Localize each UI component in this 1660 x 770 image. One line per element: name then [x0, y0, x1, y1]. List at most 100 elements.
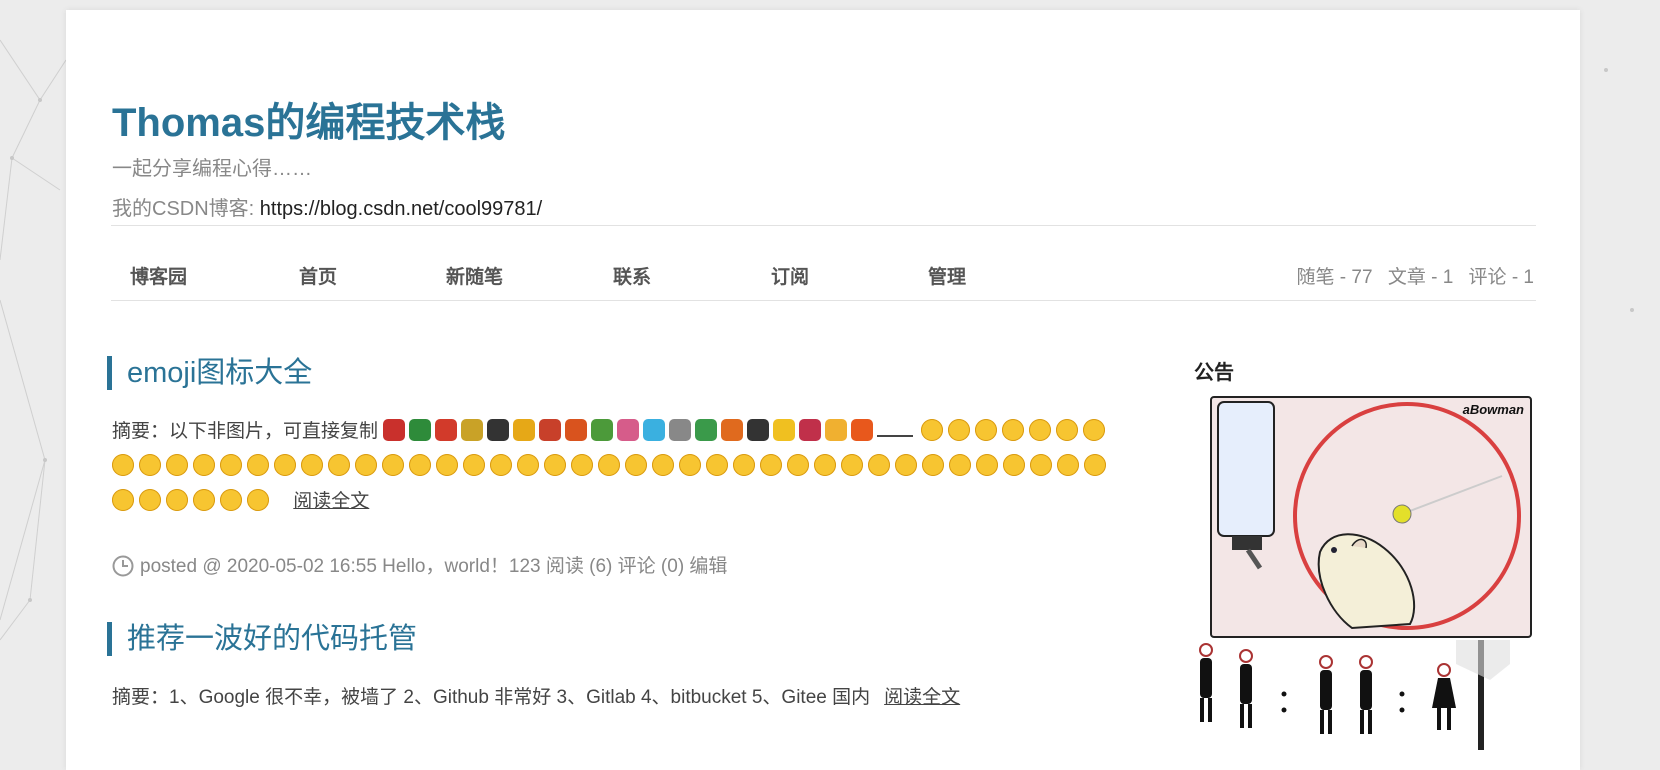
emoji-glyph: [382, 454, 404, 476]
emoji-glyph: [1084, 454, 1106, 476]
emoji-glyph: [539, 419, 562, 441]
post-title-code-hosting[interactable]: 推荐一波好的代码托管: [107, 622, 417, 656]
emoji-glyph: [513, 419, 536, 441]
emoji-glyph: [652, 454, 674, 476]
emoji-glyph: [591, 419, 614, 441]
emoji-glyph: [139, 454, 161, 476]
emoji-glyph: [220, 489, 242, 511]
emoji-glyph: [112, 489, 134, 511]
emoji-glyph: [760, 454, 782, 476]
emoji-glyph: [571, 454, 593, 476]
emoji-glyph: [435, 419, 458, 441]
emoji-glyph: [921, 419, 944, 441]
emoji-glyph: [565, 419, 588, 441]
post-summary-code-hosting: 摘要：1、Google 很不幸，被墙了 2、Github 非常好 3、Gitla…: [112, 680, 1112, 715]
read-more-link[interactable]: 阅读全文: [884, 687, 960, 708]
widget-brand: aBowman: [1462, 402, 1524, 417]
csdn-label: 我的CSDN博客:: [112, 198, 260, 220]
emoji-glyph: [463, 454, 485, 476]
emoji-glyph: [643, 419, 666, 441]
blog-stats: 随笔 - 77 文章 - 1 评论 - 1: [1287, 262, 1535, 289]
emoji-glyph: [747, 419, 770, 441]
emoji-glyph: [895, 454, 917, 476]
emoji-glyph: [220, 454, 242, 476]
hamster-wheel: [1217, 401, 1521, 630]
emoji-glyph: [436, 454, 458, 476]
clock-icon: [112, 555, 134, 577]
emoji-glyph: [1029, 419, 1052, 441]
emoji-glyph: [625, 454, 647, 476]
nav-home[interactable]: 首页: [299, 262, 337, 289]
emoji-glyph: [1056, 419, 1079, 441]
emoji-glyph: [461, 419, 484, 441]
nav-cnblogs[interactable]: 博客园: [130, 262, 187, 289]
emoji-glyph: [490, 454, 512, 476]
emoji-glyph: [383, 419, 406, 441]
nav-manage[interactable]: 管理: [928, 262, 966, 289]
sidebar-heading: 公告: [1194, 360, 1234, 384]
emoji-glyph: [695, 419, 718, 441]
emoji-glyph: [975, 419, 998, 441]
emoji-glyph: [922, 454, 944, 476]
emoji-glyph: [355, 454, 377, 476]
emoji-glyph: [799, 419, 822, 441]
emoji-glyph: [166, 454, 188, 476]
csdn-link[interactable]: https://blog.csdn.net/cool99781/: [260, 198, 542, 220]
emoji-glyph: [193, 454, 215, 476]
emoji-glyph: [949, 454, 971, 476]
hamster-widget[interactable]: aBowman: [1210, 396, 1532, 638]
blog-subtitle: 一起分享编程心得……: [112, 158, 312, 180]
emoji-glyph: [669, 419, 692, 441]
divider-top: [111, 225, 1536, 226]
emoji-glyph: [706, 454, 728, 476]
emoji-glyph: [1083, 419, 1106, 441]
emoji-glyph: [544, 454, 566, 476]
csdn-line: 我的CSDN博客: https://blog.csdn.net/cool9978…: [112, 192, 542, 221]
emoji-glyph: [301, 454, 323, 476]
emoji-glyph: [721, 419, 744, 441]
emoji-glyph: [166, 489, 188, 511]
emoji-glyph: [1002, 419, 1025, 441]
emoji-glyph: [193, 489, 215, 511]
nav-subscribe[interactable]: 订阅: [771, 262, 809, 289]
emoji-glyph: [1057, 454, 1079, 476]
stat-comments: 评论 - 1: [1468, 267, 1534, 288]
emoji-glyph: [976, 454, 998, 476]
stat-posts: 随笔 - 77: [1296, 267, 1373, 288]
emoji-glyph: [617, 419, 640, 441]
stat-articles: 文章 - 1: [1387, 267, 1454, 288]
post-summary-emoji: 摘要：以下非图片，可直接复制 阅读全文: [112, 414, 1112, 519]
emoji-glyph: [328, 454, 350, 476]
nav-new-post[interactable]: 新随笔: [446, 262, 503, 289]
emoji-glyph: [814, 454, 836, 476]
emoji-glyph: [1030, 454, 1052, 476]
emoji-glyph: [787, 454, 809, 476]
emoji-glyph: [868, 454, 890, 476]
emoji-glyph: [409, 419, 432, 441]
emoji-glyph: [679, 454, 701, 476]
emoji-glyph: [247, 454, 269, 476]
emoji-glyph: [274, 454, 296, 476]
stick-figure-animation: [1199, 640, 1510, 750]
summary-text: 摘要：1、Google 很不幸，被墙了 2、Github 非常好 3、Gitla…: [112, 687, 871, 708]
emoji-glyph: [825, 419, 848, 441]
emoji-glyph: [773, 419, 796, 441]
emoji-glyph: [409, 454, 431, 476]
emoji-glyph: [733, 454, 755, 476]
nav-contact[interactable]: 联系: [613, 262, 651, 289]
blank-line: [877, 434, 914, 437]
post-title-emoji[interactable]: emoji图标大全: [107, 356, 312, 390]
divider-nav: [111, 300, 1536, 301]
post-meta: posted @ 2020-05-02 16:55 Hello，world！12…: [112, 551, 727, 578]
emoji-glyph: [112, 454, 134, 476]
summary-text: 摘要：以下非图片，可直接复制: [112, 421, 379, 442]
read-more-link[interactable]: 阅读全文: [293, 491, 369, 512]
emoji-glyph: [487, 419, 510, 441]
emoji-glyph: [851, 419, 874, 441]
emoji-glyph: [517, 454, 539, 476]
emoji-glyph: [247, 489, 269, 511]
blog-title[interactable]: Thomas的编程技术栈: [112, 90, 505, 148]
post-meta-text: posted @ 2020-05-02 16:55 Hello，world！12…: [140, 556, 728, 577]
emoji-glyph: [1003, 454, 1025, 476]
emoji-glyph: [139, 489, 161, 511]
